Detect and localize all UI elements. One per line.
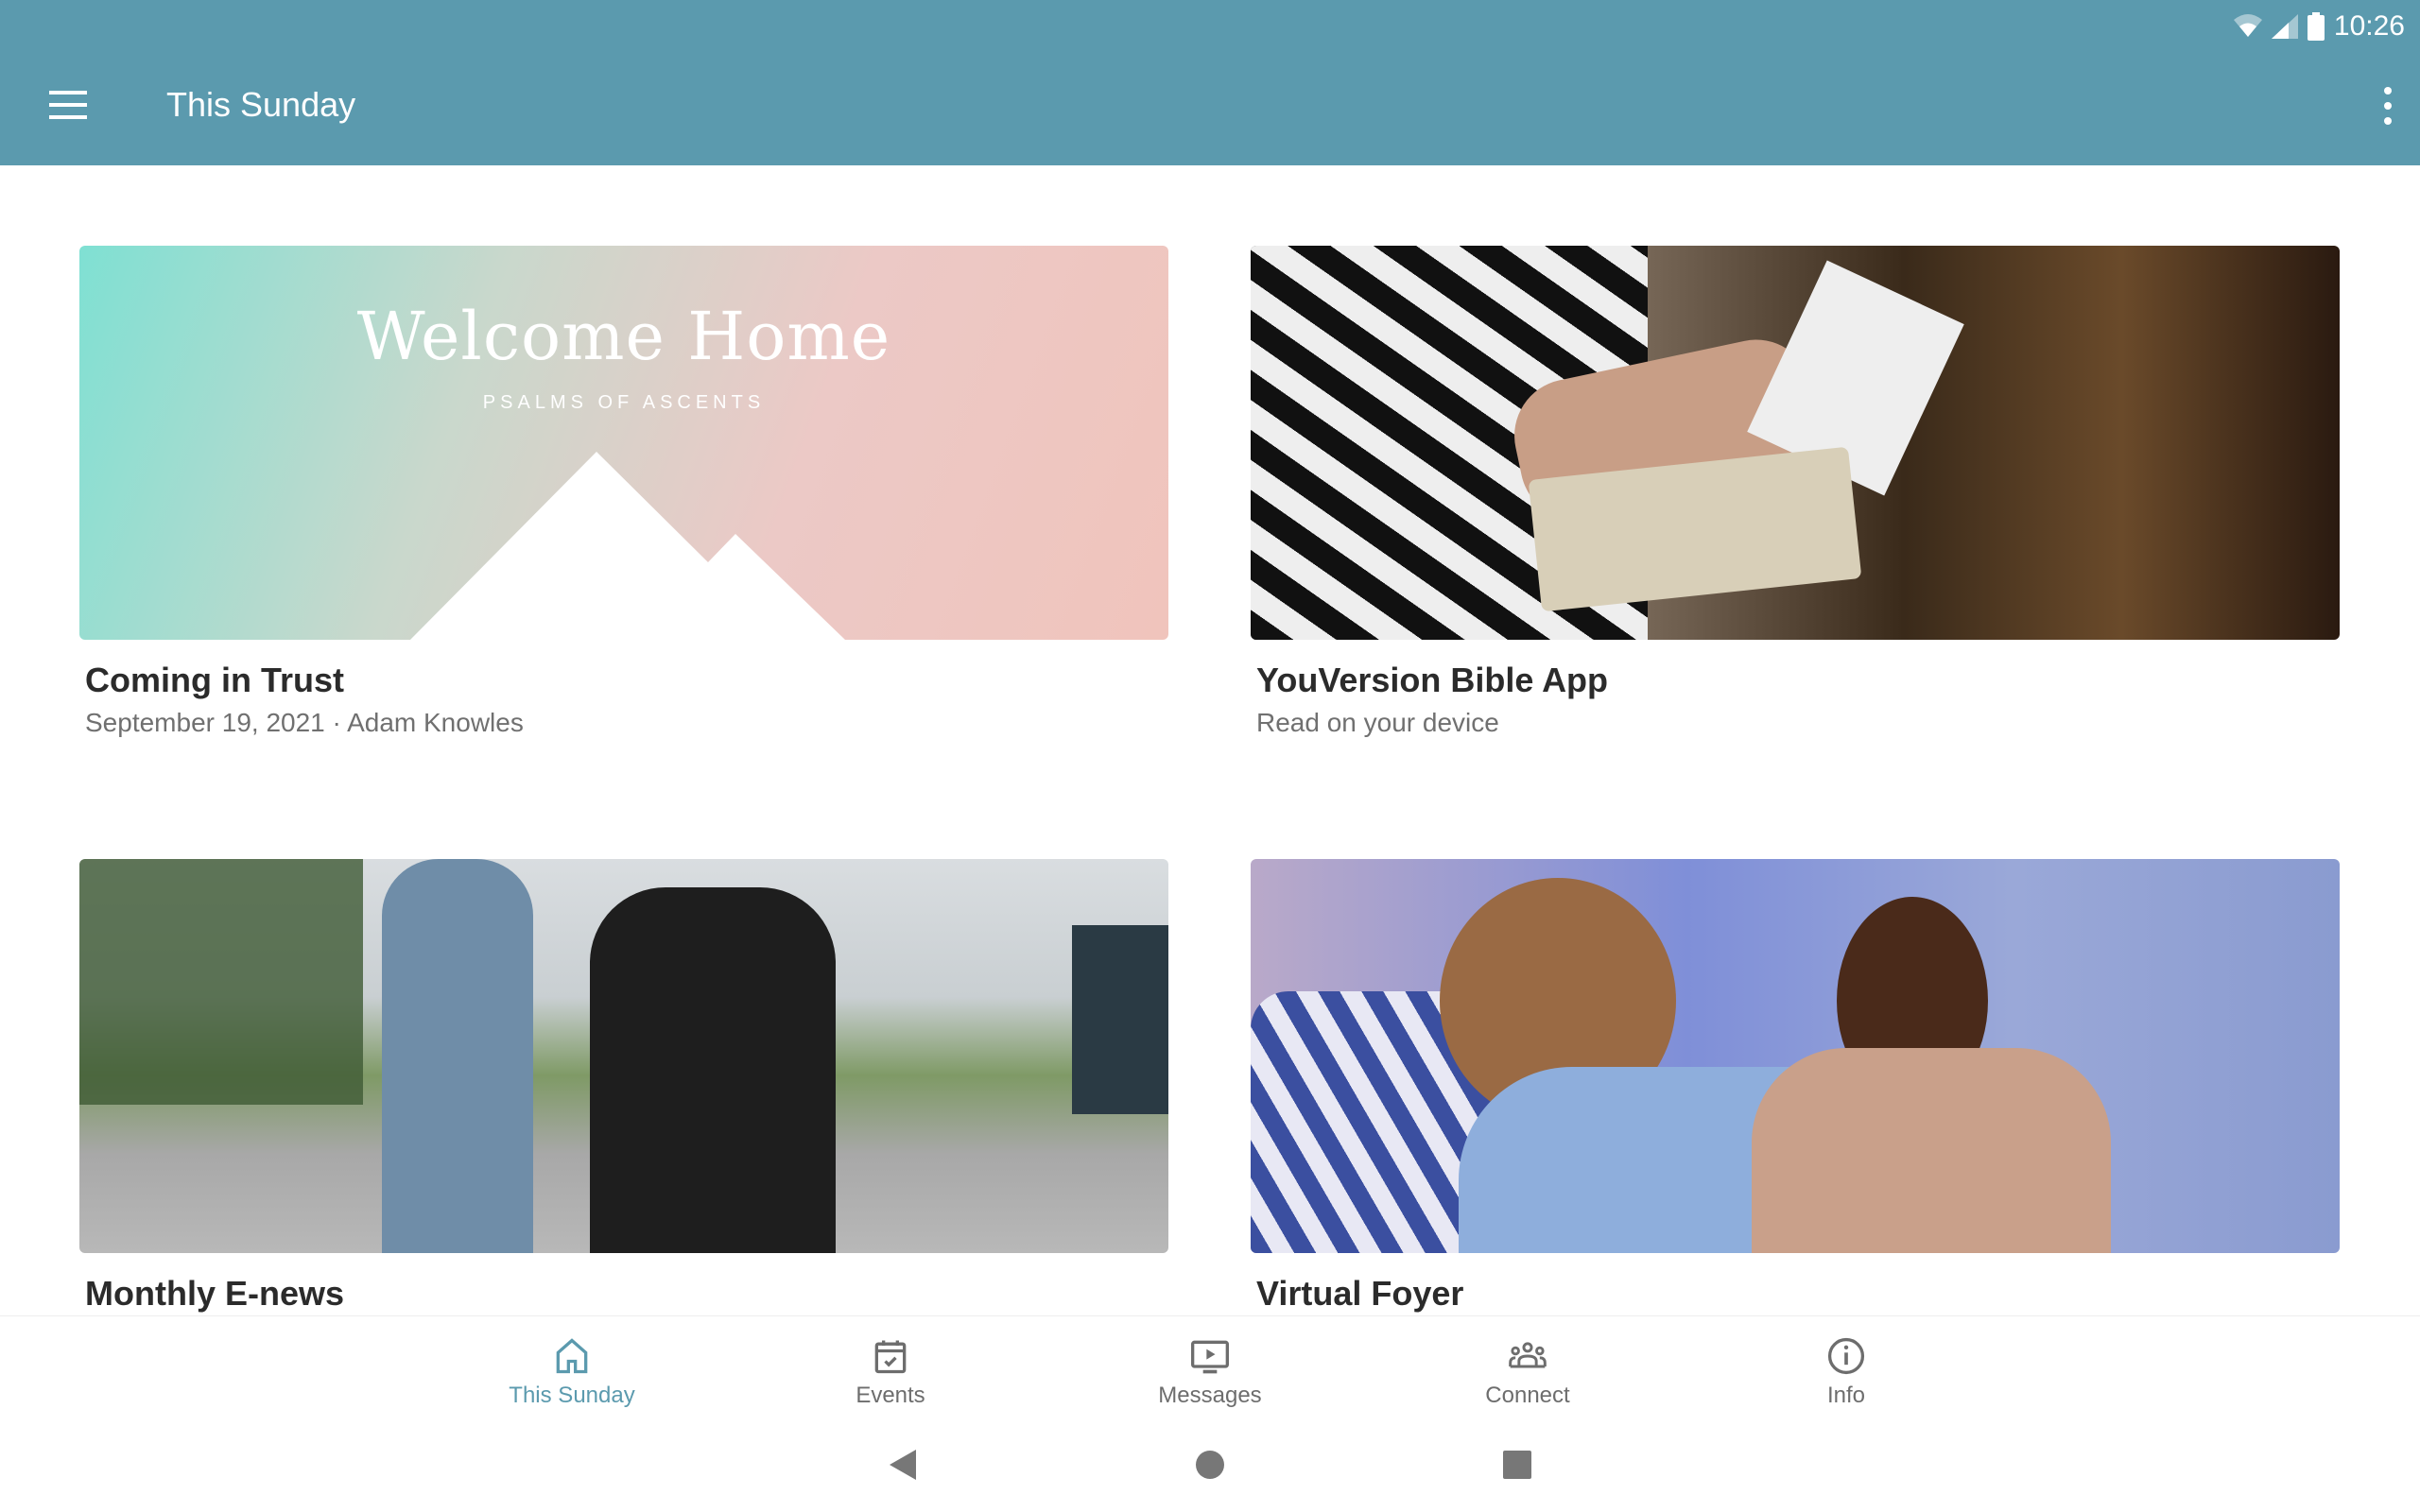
mountain-graphic: [410, 452, 845, 640]
card-monthly-enews[interactable]: Monthly E-news: [79, 859, 1168, 1314]
home-circle-icon[interactable]: [1191, 1446, 1229, 1484]
card-title: Monthly E-news: [85, 1274, 345, 1313]
home-icon: [556, 1338, 588, 1374]
status-bar: 10:26: [2233, 8, 2405, 45]
card-image: [1251, 859, 2340, 1253]
card-title: YouVersion Bible App: [1256, 661, 1609, 699]
people-icon: [1509, 1342, 1547, 1368]
tab-connect[interactable]: Connect: [1433, 1335, 1622, 1409]
back-icon[interactable]: [884, 1446, 922, 1484]
bottom-nav: This Sunday Events Messages Connect Info: [0, 1315, 2420, 1419]
info-icon: [1827, 1337, 1865, 1375]
battery-icon: [2307, 12, 2325, 41]
card-title: Coming in Trust: [85, 661, 344, 699]
app-bar: 10:26 This Sunday: [0, 0, 2420, 165]
card-image: [1251, 246, 2340, 640]
more-vert-icon[interactable]: [2378, 87, 2397, 125]
tab-messages[interactable]: Messages: [1115, 1335, 1305, 1409]
tab-this-sunday[interactable]: This Sunday: [477, 1335, 666, 1409]
calendar-check-icon: [874, 1340, 907, 1374]
card-image: Welcome Home PSALMS OF ASCENTS: [79, 246, 1168, 640]
card-title: Virtual Foyer: [1256, 1274, 1464, 1313]
wifi-icon: [2233, 14, 2262, 37]
card-coming-in-trust[interactable]: Welcome Home PSALMS OF ASCENTS Coming in…: [79, 246, 1168, 738]
signal-icon: [2271, 14, 2298, 39]
card-image: [79, 859, 1168, 1253]
card-subtitle: Read on your device: [1256, 708, 1499, 737]
recents-icon[interactable]: [1498, 1446, 1536, 1484]
video-icon: [1191, 1340, 1229, 1374]
clock: 10:26: [2333, 10, 2405, 42]
card-virtual-foyer[interactable]: Virtual Foyer: [1251, 859, 2340, 1314]
card-youversion[interactable]: YouVersion Bible App Read on your device: [1251, 246, 2340, 738]
page-title: This Sunday: [166, 85, 356, 124]
hamburger-icon[interactable]: [49, 91, 87, 121]
tab-info[interactable]: Info: [1752, 1335, 1941, 1409]
tab-events[interactable]: Events: [796, 1335, 985, 1409]
card-subtitle: September 19, 2021 · Adam Knowles: [85, 708, 524, 737]
